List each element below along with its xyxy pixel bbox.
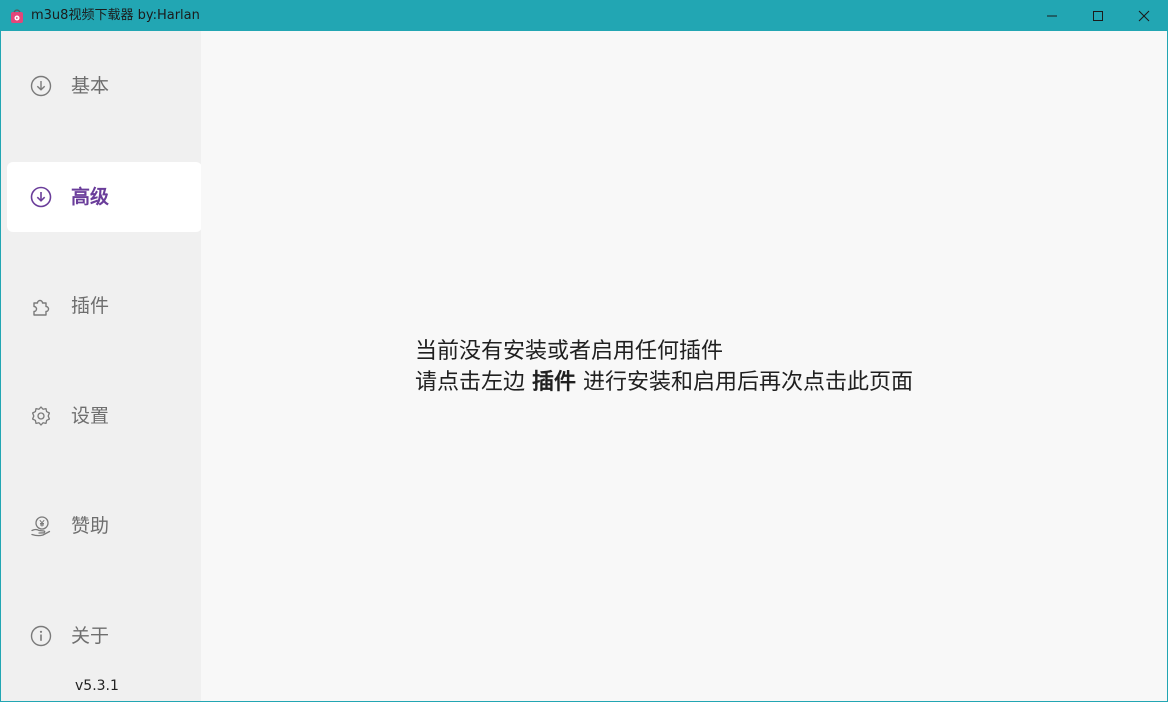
sidebar-item-label: 关于 — [71, 625, 110, 647]
maximize-button[interactable] — [1075, 1, 1121, 31]
close-icon — [1138, 10, 1150, 22]
sidebar-item-basic[interactable]: 基本 — [7, 51, 202, 121]
plugins-emphasis: 插件 — [532, 370, 577, 395]
window-title: m3u8视频下载器 by:Harlan — [31, 8, 200, 23]
download-circle-icon — [30, 186, 52, 208]
maximize-icon — [1093, 11, 1103, 21]
sidebar-item-sponsor[interactable]: 赞助 — [7, 491, 202, 561]
sidebar-item-label: 基本 — [71, 75, 110, 97]
minimize-icon — [1047, 15, 1057, 17]
sidebar: 基本 高级 插件 设置 赞助 关于 v5.3.1 — [1, 31, 202, 701]
app-icon — [11, 9, 23, 23]
main-content: 当前没有安装或者启用任何插件 请点击左边 插件 进行安装和启用后再次点击此页面 — [201, 31, 1167, 701]
empty-plugins-message: 当前没有安装或者启用任何插件 请点击左边 插件 进行安装和启用后再次点击此页面 — [415, 336, 913, 398]
message-prefix: 请点击左边 — [415, 370, 532, 395]
message-line-1: 当前没有安装或者启用任何插件 — [415, 339, 724, 364]
sidebar-item-label: 赞助 — [71, 515, 110, 537]
minimize-button[interactable] — [1029, 1, 1075, 31]
sidebar-item-plugins[interactable]: 插件 — [7, 271, 202, 341]
app-window: m3u8视频下载器 by:Harlan 基本 高级 插件 设置 赞助 关于 v5… — [0, 0, 1168, 702]
sidebar-item-label: 插件 — [71, 295, 110, 317]
gear-icon — [31, 406, 51, 426]
sidebar-item-settings[interactable]: 设置 — [7, 381, 202, 451]
version-label: v5.3.1 — [75, 678, 119, 694]
sidebar-item-label: 高级 — [71, 186, 110, 208]
window-controls — [1029, 1, 1167, 31]
download-circle-icon — [30, 75, 52, 97]
sidebar-item-advanced[interactable]: 高级 — [7, 162, 202, 232]
info-icon — [30, 625, 52, 647]
title-bar[interactable]: m3u8视频下载器 by:Harlan — [1, 1, 1167, 31]
message-suffix: 进行安装和启用后再次点击此页面 — [576, 370, 914, 395]
sidebar-item-about[interactable]: 关于 — [7, 601, 202, 671]
message-line-2: 请点击左边 插件 进行安装和启用后再次点击此页面 — [415, 367, 913, 398]
sidebar-item-label: 设置 — [71, 405, 110, 427]
close-button[interactable] — [1121, 1, 1167, 31]
donate-icon — [31, 516, 51, 537]
puzzle-icon — [33, 299, 50, 316]
